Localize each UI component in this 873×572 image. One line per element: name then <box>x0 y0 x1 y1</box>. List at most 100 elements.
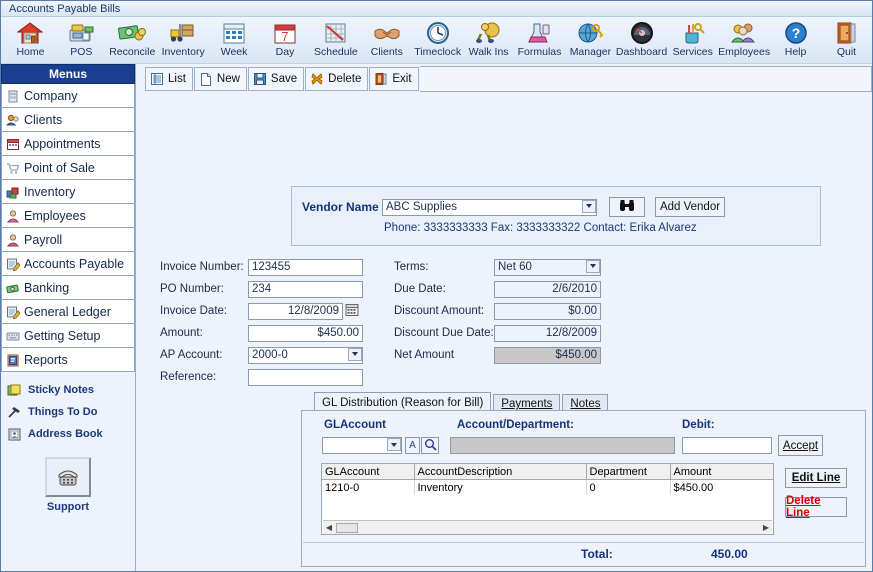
toolbar-button-walkins[interactable]: Walk Ins <box>463 17 514 63</box>
terms-input[interactable] <box>494 258 601 276</box>
sidebar-item-company[interactable]: Company <box>1 84 135 108</box>
sidebar-item-employees[interactable]: Employees <box>1 204 135 228</box>
toolbar-button-formulas[interactable]: Formulas <box>514 17 565 63</box>
chevron-down-icon[interactable] <box>387 438 401 451</box>
due-date-field <box>494 280 601 298</box>
scrollbar-thumb[interactable] <box>336 522 358 533</box>
table-row[interactable]: 1210-0 Inventory 0 $450.00 <box>322 479 773 495</box>
sidebar-item-label: Point of Sale <box>24 160 95 175</box>
pos-register-icon <box>67 19 95 46</box>
toolbar-button-day[interactable]: 7 Day <box>260 17 311 63</box>
toolbar-label: Dashboard <box>615 46 668 58</box>
sidebar-item-banking[interactable]: Banking <box>1 276 135 300</box>
clock-icon <box>425 19 451 46</box>
application-window: Accounts Payable Bills Home POS Reconcil… <box>0 0 873 572</box>
toolbar-button-pos[interactable]: POS <box>56 17 107 63</box>
toolbar-button-home[interactable]: Home <box>5 17 56 63</box>
chevron-down-icon[interactable] <box>586 259 600 273</box>
sidebar-item-inventory[interactable]: Inventory <box>1 180 135 204</box>
floppy-save-icon <box>253 72 267 86</box>
vendor-name-input[interactable] <box>382 198 597 216</box>
gauge-icon <box>629 19 655 46</box>
invoice-number-input[interactable] <box>248 258 363 276</box>
toolbar-button-reconcile[interactable]: Reconcile <box>107 17 158 63</box>
column-header-amount[interactable]: Amount <box>670 464 773 480</box>
support-button[interactable]: Support <box>1 457 135 513</box>
sidebar-item-point-of-sale[interactable]: Point of Sale <box>1 156 135 180</box>
toolbar-button-manager[interactable]: Manager <box>565 17 616 63</box>
report-book-icon <box>5 352 20 367</box>
toolbar-label: Quit <box>836 46 857 58</box>
terms-combo[interactable] <box>494 258 601 276</box>
discount-due-date-field <box>494 324 601 342</box>
field-label: PO Number: <box>160 283 224 295</box>
column-header-glaccount[interactable]: GLAccount <box>322 464 415 480</box>
sidebar-item-things-to-do[interactable]: Things To Do <box>1 401 135 423</box>
scroll-right-icon[interactable]: ▶ <box>760 522 772 533</box>
glaccount-search-button[interactable] <box>421 437 439 454</box>
edit-line-button[interactable]: Edit Line <box>785 468 847 488</box>
payroll-person-icon <box>5 232 20 247</box>
total-row: Total: 450.00 <box>303 542 864 565</box>
toolbar-button-help[interactable]: ? Help <box>770 17 821 63</box>
alpha-search-button[interactable]: A <box>405 437 420 454</box>
sidebar-item-getting-setup[interactable]: Getting Setup <box>1 324 135 348</box>
person-icon <box>5 208 20 223</box>
invoice-date-input[interactable] <box>248 302 343 320</box>
column-header-department[interactable]: Department <box>586 464 671 480</box>
sidebar-item-accounts-payable[interactable]: Accounts Payable <box>1 252 135 276</box>
sidebar-item-reports[interactable]: Reports <box>1 348 135 372</box>
toolbar-button-timeclock[interactable]: Timeclock <box>412 17 463 63</box>
toolbar-label: Reconcile <box>109 46 156 58</box>
toolbar-button-inventory[interactable]: Inventory <box>158 17 209 63</box>
sidebar-item-clients[interactable]: Clients <box>1 108 135 132</box>
calendar-picker-icon[interactable] <box>345 303 359 320</box>
sidebar-item-payroll[interactable]: Payroll <box>1 228 135 252</box>
accept-label: Accept <box>782 439 819 452</box>
delete-line-button[interactable]: Delete Line <box>785 495 847 519</box>
ap-account-combo[interactable] <box>248 346 363 364</box>
accept-button[interactable]: Accept <box>778 435 823 456</box>
calendar-week-icon <box>221 19 247 46</box>
add-vendor-label: Add Vendor <box>659 201 721 213</box>
po-number-input[interactable] <box>248 280 363 298</box>
reference-input[interactable] <box>248 368 363 386</box>
invoice-right-fields: Terms: Due Date: Discount Amount: Discou… <box>394 256 601 366</box>
chevron-down-icon[interactable] <box>348 347 362 361</box>
vendor-name-combo[interactable] <box>382 198 597 216</box>
sidebar-header: Menus <box>1 64 135 84</box>
toolbar-button-employees[interactable]: Employees <box>718 17 770 63</box>
exit-button[interactable]: Exit <box>369 67 419 91</box>
ap-account-input[interactable] <box>248 346 363 364</box>
toolbar-button-schedule[interactable]: Schedule <box>310 17 361 63</box>
toolbar-button-dashboard[interactable]: Dashboard <box>616 17 667 63</box>
toolbar-button-week[interactable]: Week <box>209 17 260 63</box>
glaccount-combo[interactable] <box>322 437 402 454</box>
tab-label: Notes <box>570 398 601 410</box>
toolbar-button-services[interactable]: Services <box>667 17 718 63</box>
address-book-icon <box>6 426 23 443</box>
scroll-left-icon[interactable]: ◀ <box>323 522 335 533</box>
amount-input[interactable] <box>248 324 363 342</box>
sidebar-item-sticky-notes[interactable]: Sticky Notes <box>1 379 135 401</box>
sidebar-item-appointments[interactable]: Appointments <box>1 132 135 156</box>
chevron-down-icon[interactable] <box>582 199 596 213</box>
sidebar-item-label: Sticky Notes <box>28 384 95 396</box>
toolbar-button-quit[interactable]: Quit <box>821 17 872 63</box>
column-header-accountdescription[interactable]: AccountDescription <box>414 464 587 480</box>
grid-horizontal-scrollbar[interactable]: ◀ ▶ <box>323 520 772 534</box>
new-button[interactable]: New <box>193 67 247 91</box>
vendor-search-button[interactable] <box>609 197 645 217</box>
toolbar-button-clients[interactable]: Clients <box>361 17 412 63</box>
save-button[interactable]: Save <box>247 67 305 91</box>
debit-input[interactable] <box>682 437 772 454</box>
gl-lines-table: GLAccount AccountDescription Department … <box>322 464 773 495</box>
account-department-field <box>450 437 675 454</box>
delete-button[interactable]: Delete <box>305 67 369 91</box>
gl-lines-grid[interactable]: GLAccount AccountDescription Department … <box>321 463 774 535</box>
sidebar-item-general-ledger[interactable]: General Ledger <box>1 300 135 324</box>
sidebar-item-address-book[interactable]: Address Book <box>1 423 135 445</box>
add-vendor-button[interactable]: Add Vendor <box>655 197 725 217</box>
boxes-icon <box>5 184 20 199</box>
list-button[interactable]: List <box>145 67 193 91</box>
